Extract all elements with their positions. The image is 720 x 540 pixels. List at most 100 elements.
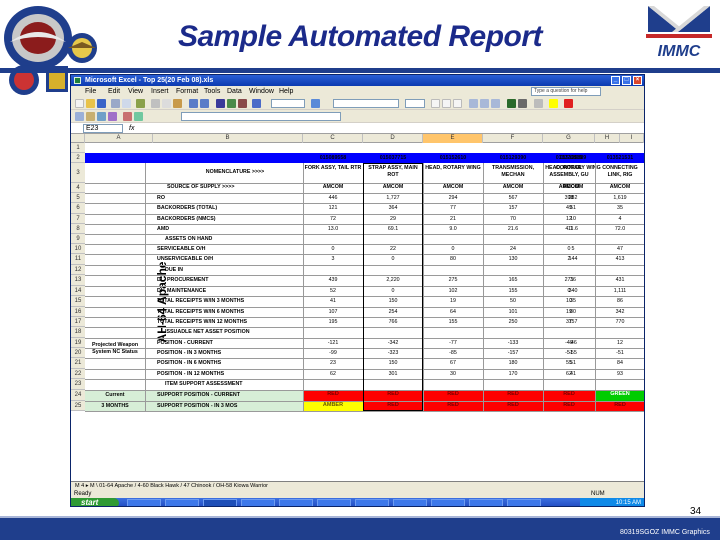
- data-cell[interactable]: 21.6: [483, 226, 543, 233]
- row-header-13[interactable]: 13: [71, 275, 85, 286]
- row-label[interactable]: DUE IN: [165, 267, 305, 274]
- row-label[interactable]: ISSUADLE NET ASSET POSITION: [165, 329, 305, 336]
- bold-icon[interactable]: [431, 99, 440, 108]
- toolbar-icon-3[interactable]: [97, 112, 106, 121]
- data-cell[interactable]: 250: [483, 319, 543, 326]
- column-header-d[interactable]: D: [363, 134, 423, 143]
- data-cell[interactable]: 55: [543, 360, 595, 367]
- select-all-corner[interactable]: [71, 134, 85, 143]
- data-cell[interactable]: -133: [483, 340, 543, 347]
- data-cell[interactable]: 62: [543, 371, 595, 378]
- row-label[interactable]: DI - PROCUREMENT: [157, 277, 297, 284]
- status-period-label[interactable]: 3 MONTHS: [87, 403, 143, 410]
- column-header-h[interactable]: H: [595, 134, 620, 143]
- part-number-cell[interactable]: 013521531: [595, 155, 644, 162]
- data-cell[interactable]: 10: [543, 298, 595, 305]
- status-row-label[interactable]: SUPPORT POSITION - IN 3 MOS: [157, 403, 297, 410]
- system-tray-clock[interactable]: 10:15 AM: [580, 498, 644, 506]
- source-cell[interactable]: AMCOM: [595, 184, 644, 191]
- copy-icon[interactable]: [162, 99, 171, 108]
- data-cell[interactable]: 72.0: [595, 226, 644, 233]
- taskbar-item-5[interactable]: [279, 499, 313, 506]
- data-cell[interactable]: 1,111: [595, 288, 644, 295]
- paste-icon[interactable]: [173, 99, 182, 108]
- data-cell[interactable]: 413: [595, 256, 644, 263]
- menu-data[interactable]: Data: [227, 86, 242, 97]
- data-cell[interactable]: 2: [543, 256, 595, 263]
- data-cell[interactable]: 84: [595, 360, 644, 367]
- spelling-icon[interactable]: [136, 99, 145, 108]
- row-header-1[interactable]: 1: [71, 143, 85, 153]
- status-cell-red[interactable]: RED: [595, 401, 644, 411]
- nomenclature-cell[interactable]: CONTROL ASSEMBLY, GU: [543, 165, 595, 178]
- data-cell[interactable]: 342: [595, 309, 644, 316]
- source-cell[interactable]: AMCOM: [543, 184, 595, 191]
- row-label[interactable]: POSITION - CURRENT: [157, 340, 297, 347]
- function-icon[interactable]: fx: [129, 123, 134, 134]
- data-cell[interactable]: 47: [595, 246, 644, 253]
- data-cell[interactable]: 4.1: [543, 226, 595, 233]
- data-cell[interactable]: 19: [423, 298, 483, 305]
- currency-icon[interactable]: [507, 99, 516, 108]
- column-header-g[interactable]: G: [543, 134, 595, 143]
- row-header-4[interactable]: 4: [71, 183, 85, 193]
- row-header-8[interactable]: 8: [71, 224, 85, 234]
- data-cell[interactable]: 72: [303, 216, 363, 223]
- row-header-14[interactable]: 14: [71, 286, 85, 296]
- row-header-3[interactable]: 3: [71, 163, 85, 183]
- data-cell[interactable]: 446: [303, 195, 363, 202]
- data-cell[interactable]: 9.0: [423, 226, 483, 233]
- data-cell[interactable]: 49: [543, 205, 595, 212]
- excel-window[interactable]: Microsoft Excel - Top 25(20 Feb 08).xls …: [70, 74, 645, 507]
- row-label[interactable]: POSITION - IN 3 MONTHS: [157, 350, 297, 357]
- close-icon[interactable]: ×: [633, 76, 642, 85]
- status-cell-amber[interactable]: AMBER: [303, 401, 363, 411]
- autosum-icon[interactable]: [216, 99, 225, 108]
- taskbar-item-4[interactable]: [241, 499, 275, 506]
- part-number-cell[interactable]: 015129390: [483, 155, 543, 162]
- row-label[interactable]: POSITION - IN 6 MONTHS: [157, 360, 297, 367]
- nomenclature-cell[interactable]: TRANSMISSION, MECHAN: [483, 165, 543, 178]
- status-cell-red[interactable]: RED: [543, 390, 595, 401]
- row-header-25[interactable]: 25: [71, 401, 85, 411]
- minimize-icon[interactable]: _: [611, 76, 620, 85]
- status-cell-red[interactable]: RED: [423, 401, 483, 411]
- data-cell[interactable]: -99: [303, 350, 363, 357]
- row-header-12[interactable]: 12: [71, 265, 85, 275]
- menu-edit[interactable]: Edit: [108, 86, 120, 97]
- row-header-23[interactable]: 23: [71, 379, 85, 390]
- data-cell[interactable]: 0: [543, 246, 595, 253]
- nomenclature-cell[interactable]: HEAD, ROTARY WING: [423, 165, 483, 172]
- redo-icon[interactable]: [200, 99, 209, 108]
- status-cell-red[interactable]: RED: [483, 401, 543, 411]
- row-header-19[interactable]: 19: [71, 338, 85, 348]
- row-label[interactable]: TOTAL RECEIPTS W/IN 6 MONTHS: [157, 309, 297, 316]
- data-cell[interactable]: 64: [423, 309, 483, 316]
- data-cell[interactable]: 0: [543, 288, 595, 295]
- data-cell[interactable]: 121: [303, 205, 363, 212]
- column-header-i[interactable]: I: [620, 134, 644, 143]
- font-size-select[interactable]: [405, 99, 425, 108]
- cut-icon[interactable]: [151, 99, 160, 108]
- font-select[interactable]: [333, 99, 399, 108]
- data-cell[interactable]: 12: [595, 340, 644, 347]
- name-box[interactable]: E23: [83, 124, 123, 133]
- data-cell[interactable]: 21: [423, 216, 483, 223]
- data-cell[interactable]: 35: [595, 205, 644, 212]
- row-label[interactable]: AMD: [157, 226, 297, 233]
- source-of-supply-label[interactable]: SOURCE OF SUPPLY >>>>: [167, 184, 287, 191]
- print-icon[interactable]: [111, 99, 120, 108]
- save-icon[interactable]: [97, 99, 106, 108]
- data-cell[interactable]: 12: [543, 216, 595, 223]
- help-icon[interactable]: [311, 99, 320, 108]
- row-label[interactable]: DI - MAINTENANCE: [157, 288, 297, 295]
- row-label[interactable]: RO: [157, 195, 297, 202]
- menu-file[interactable]: File: [85, 86, 96, 97]
- row-header-16[interactable]: 16: [71, 307, 85, 317]
- data-cell[interactable]: 0: [423, 246, 483, 253]
- taskbar-item-11[interactable]: [507, 499, 541, 506]
- data-cell[interactable]: 13.0: [303, 226, 363, 233]
- data-cell[interactable]: 155: [423, 319, 483, 326]
- source-cell[interactable]: AMCOM: [303, 184, 363, 191]
- sort-descending-icon[interactable]: [238, 99, 247, 108]
